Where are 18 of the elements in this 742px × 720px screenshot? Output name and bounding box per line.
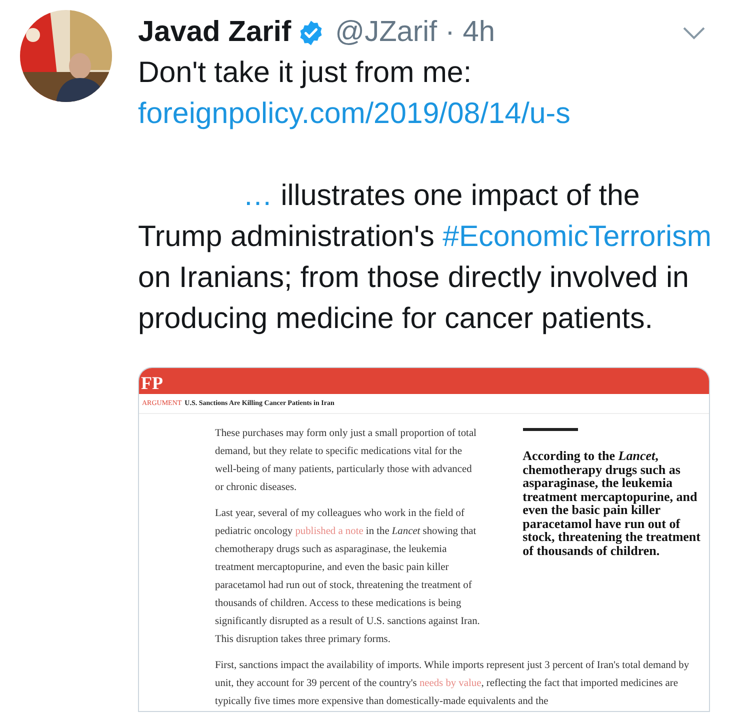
article-paragraph: These purchases may form only just a small proportion of total demand, but they relate to specific medications vital for the well-being of many patients, particularly those with advanced or chronic diseases.	[215, 427, 478, 495]
ellipsis-link[interactable]: …	[243, 179, 272, 212]
article-text-link[interactable]: published a note	[295, 526, 364, 537]
tweet-text: … illustrates one impact of the Trump administration's #EconomicTerrorism on Iranians; from those directly involved in producing medicine for cancer patients.	[138, 178, 712, 337]
tweet-time: 4h	[462, 15, 496, 50]
article-paragraph: Last year, several of my colleagues who work in the field of pediatric oncology published a note in the Lancet showing that chemotherapy drugs such as asparaginase, the leukemia treatment mercaptopurine, and even the basic pain killer paracetamol had run out of stock, threatening the treatment of thousands of children. Access to these medications is being significantly disrupted as a result of U.S. sanctions against Iran. This disruption takes three primary forms.	[215, 507, 481, 647]
author-handle: @JZarif	[335, 15, 438, 50]
article-paragraph: First, sanctions impact the availability of imports. While imports represent just 3 percent of Iran's total demand by unit, they account for 39 percent of the country's needs by value, reflecting the fact that imported medicines are typically five times more expensive than domestically-made equivalents and the	[215, 659, 690, 709]
hashtag-link[interactable]: #EconomicTerrorism	[442, 220, 712, 253]
dot-separator: ·	[445, 15, 455, 50]
author-name: Javad Zarif	[138, 15, 292, 50]
article-link[interactable]: foreignpolicy.com/2019/08/14/u-s	[138, 93, 718, 134]
chevron-down-icon[interactable]	[682, 26, 706, 40]
pull-quote: According to the Lancet, chemotherapy drugs such as asparaginase, the leukemia treatment mercaptopurine, and even the basic pain killer paracetamol have run out of stock, threatening the treatment of thousands of children.	[522, 449, 701, 557]
publication-logo: FP	[141, 372, 163, 394]
article-text-link[interactable]: needs by value	[419, 678, 482, 689]
article-card[interactable]	[138, 367, 710, 712]
tweet-text: Don't take it just from me:	[138, 55, 473, 91]
